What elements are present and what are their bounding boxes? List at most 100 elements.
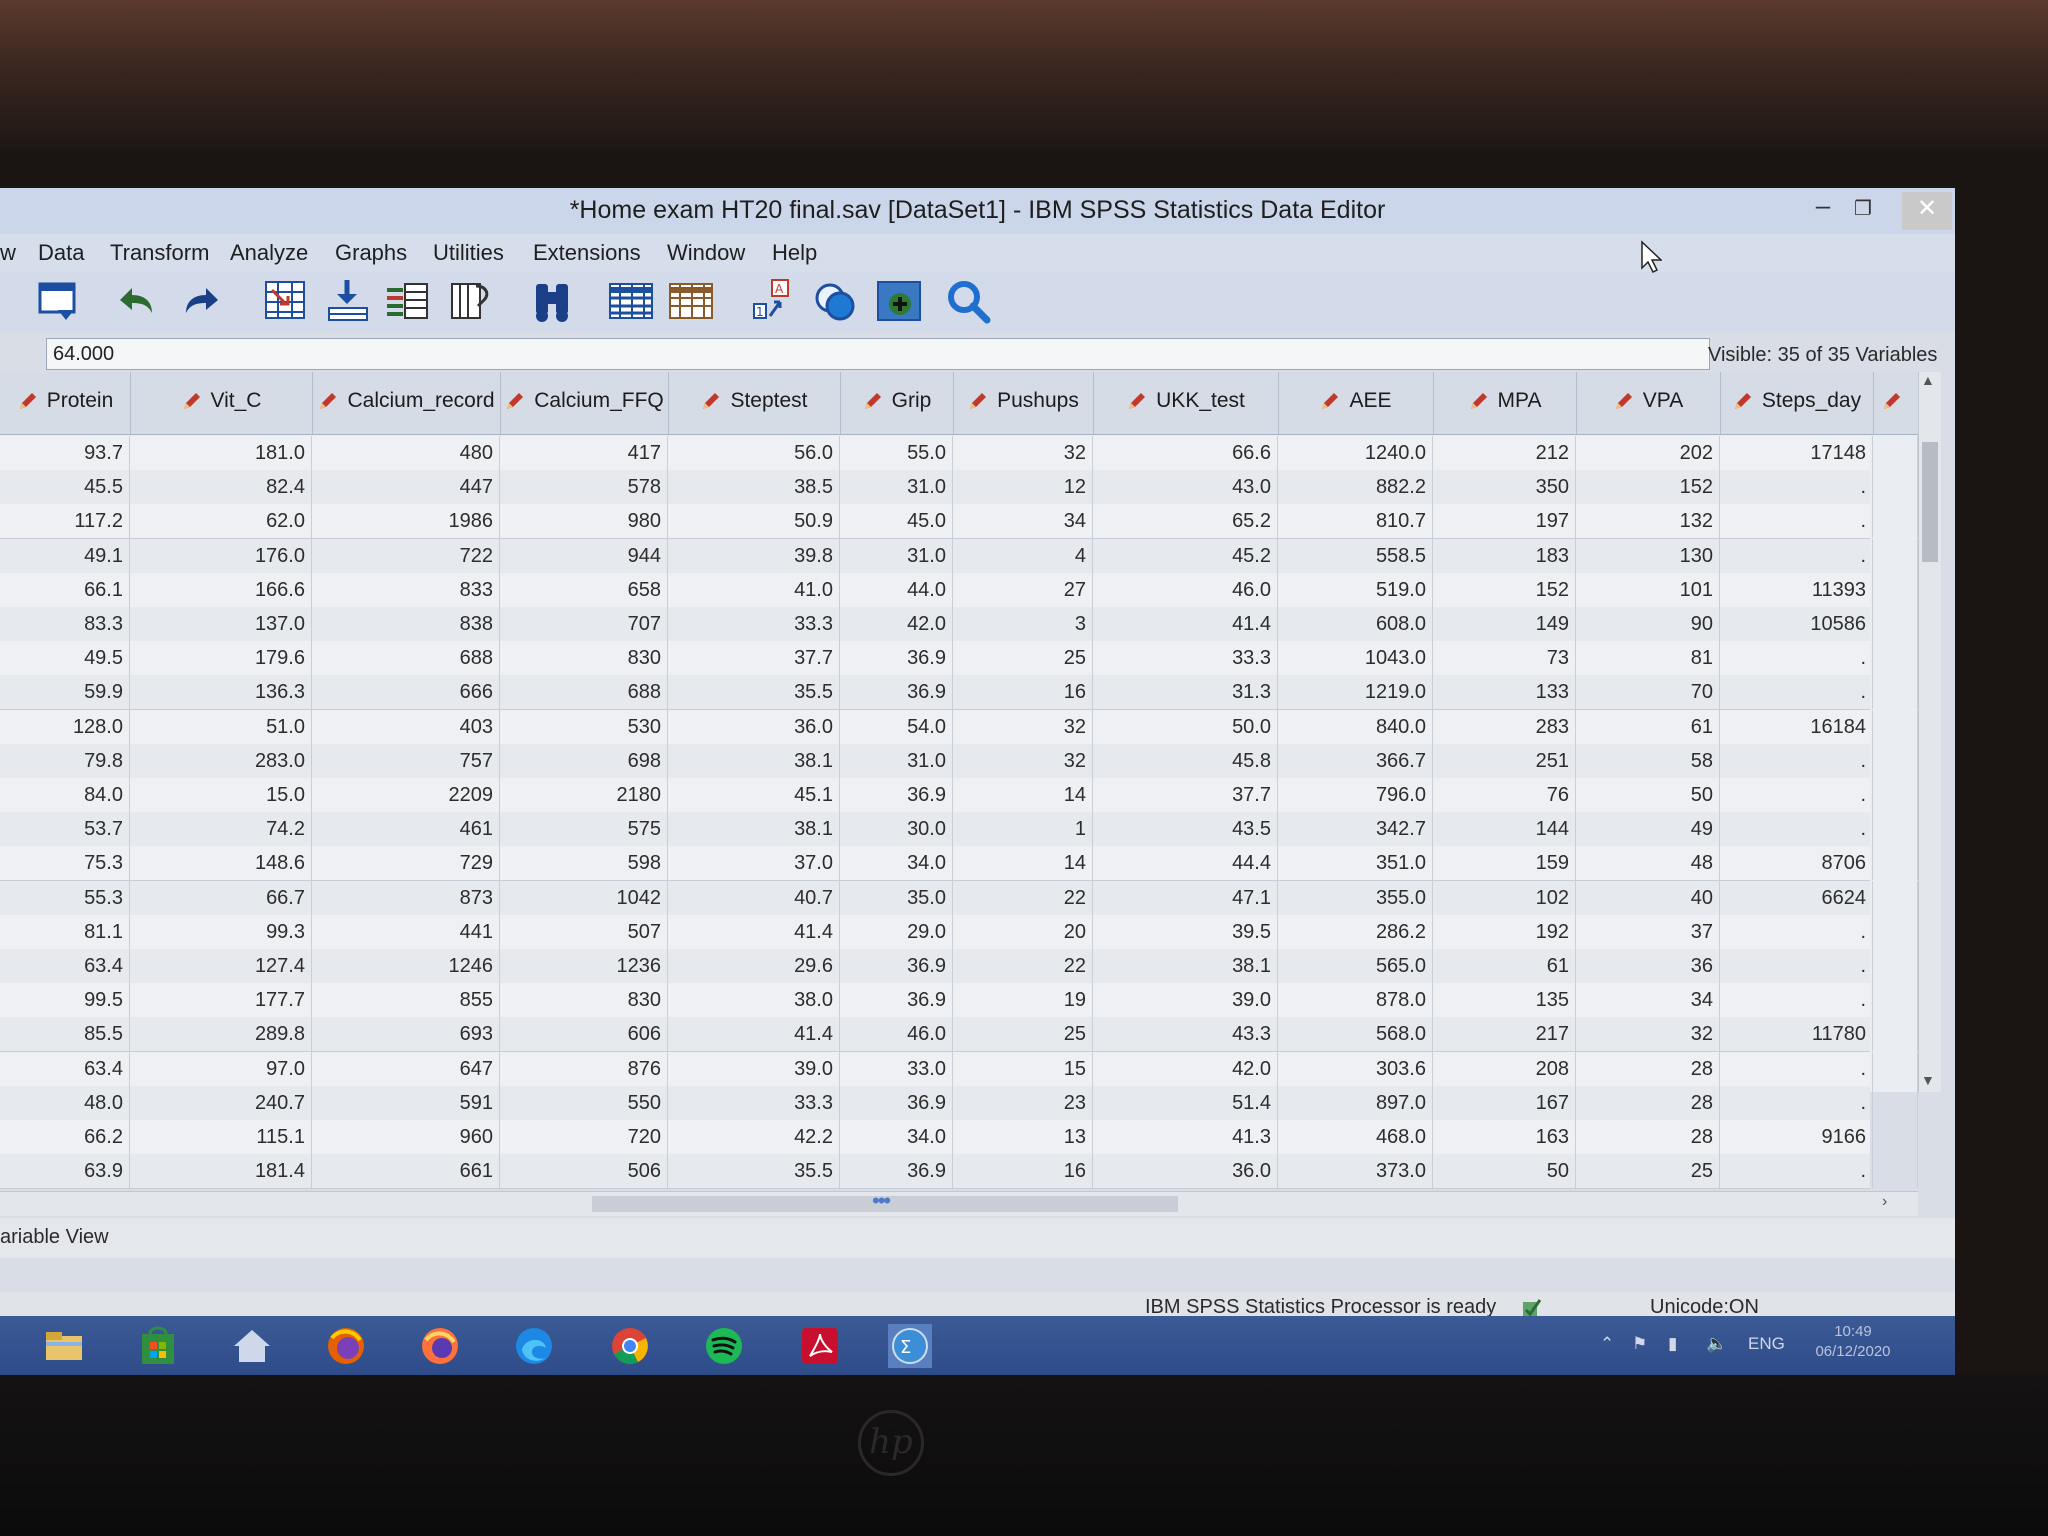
go-to-variable-icon[interactable] (325, 278, 371, 324)
table-cell[interactable]: 45.5 (0, 470, 130, 505)
spotify-icon[interactable] (702, 1324, 746, 1368)
close-button[interactable]: ✕ (1902, 192, 1952, 230)
table-cell[interactable]: 32 (953, 743, 1093, 778)
table-cell[interactable]: 882.2 (1278, 470, 1433, 505)
table-cell[interactable]: 38.0 (668, 983, 840, 1018)
table-cell[interactable]: 251 (1433, 743, 1576, 778)
table-cell[interactable]: . (1720, 812, 1873, 847)
table-cell[interactable]: 55.0 (840, 436, 953, 470)
table-cell[interactable]: 50.9 (668, 504, 840, 539)
table-cell[interactable]: 720 (500, 1120, 668, 1154)
table-cell[interactable]: 29.6 (668, 949, 840, 983)
table-cell[interactable]: 208 (1433, 1051, 1576, 1086)
table-cell[interactable] (1873, 778, 1918, 812)
table-cell[interactable]: 33.3 (1093, 641, 1278, 676)
table-cell[interactable]: 403 (312, 709, 500, 744)
table-cell[interactable]: 35.5 (668, 1154, 840, 1189)
table-cell[interactable]: 2180 (500, 778, 668, 812)
table-cell[interactable]: 1043.0 (1278, 641, 1433, 676)
table-cell[interactable]: 38.1 (668, 812, 840, 847)
menu-view[interactable]: w (0, 240, 16, 266)
column-header[interactable]: Protein (0, 372, 131, 434)
table-cell[interactable]: 366.7 (1278, 743, 1433, 778)
table-cell[interactable]: 342.7 (1278, 812, 1433, 847)
table-cell[interactable]: 598 (500, 846, 668, 881)
table-cell[interactable]: 99.5 (0, 983, 130, 1018)
table-cell[interactable] (1873, 1051, 1918, 1086)
column-header[interactable]: Pushups (953, 372, 1094, 434)
table-cell[interactable] (1873, 949, 1918, 983)
table-cell[interactable]: 50 (1576, 778, 1720, 812)
vertical-scroll-thumb[interactable] (1922, 442, 1938, 562)
scroll-down-icon[interactable]: ▼ (1921, 1072, 1935, 1088)
table-cell[interactable]: 36.0 (668, 709, 840, 744)
table-cell[interactable]: 48.0 (0, 1085, 130, 1120)
table-cell[interactable]: 32 (953, 436, 1093, 470)
find-icon[interactable] (530, 278, 576, 324)
menu-graphs[interactable]: Graphs (335, 240, 407, 266)
table-cell[interactable]: . (1720, 675, 1873, 710)
table-cell[interactable]: 79.8 (0, 743, 130, 778)
table-cell[interactable]: 43.0 (1093, 470, 1278, 505)
table-cell[interactable]: 22 (953, 949, 1093, 983)
table-cell[interactable] (1873, 470, 1918, 505)
table-cell[interactable]: 45.1 (668, 778, 840, 812)
table-cell[interactable]: 36.9 (840, 983, 953, 1018)
table-cell[interactable]: 31.0 (840, 470, 953, 505)
table-cell[interactable]: . (1720, 1085, 1873, 1120)
undo-icon[interactable] (112, 278, 158, 324)
table-cell[interactable]: 40 (1576, 880, 1720, 915)
scroll-right-icon[interactable]: › (1882, 1193, 1887, 1211)
scroll-up-icon[interactable]: ▲ (1921, 372, 1935, 388)
table-cell[interactable]: 36.9 (840, 641, 953, 676)
table-cell[interactable]: 45.2 (1093, 538, 1278, 573)
table-cell[interactable]: 1236 (500, 949, 668, 983)
firefox-icon[interactable] (324, 1324, 368, 1368)
redo-icon[interactable] (180, 278, 226, 324)
table-cell[interactable]: 29.0 (840, 914, 953, 949)
table-cell[interactable]: 42.0 (840, 607, 953, 641)
table-cell[interactable]: 722 (312, 538, 500, 573)
table-cell[interactable]: 688 (312, 641, 500, 676)
table-cell[interactable]: 166.6 (130, 572, 312, 607)
table-cell[interactable]: 355.0 (1278, 880, 1433, 915)
table-cell[interactable]: 729 (312, 846, 500, 881)
table-cell[interactable]: 28 (1576, 1120, 1720, 1154)
table-cell[interactable]: 25 (953, 641, 1093, 676)
table-cell[interactable]: 810.7 (1278, 504, 1433, 539)
table-cell[interactable]: 47.1 (1093, 880, 1278, 915)
table-cell[interactable]: 46.0 (1093, 572, 1278, 607)
table-cell[interactable] (1873, 880, 1918, 915)
table-cell[interactable]: 658 (500, 572, 668, 607)
table-cell[interactable]: 441 (312, 914, 500, 949)
table-cell[interactable]: 42.0 (1093, 1051, 1278, 1086)
table-cell[interactable]: 183 (1433, 538, 1576, 573)
table-cell[interactable]: 163 (1433, 1120, 1576, 1154)
table-cell[interactable]: 1219.0 (1278, 675, 1433, 710)
table-cell[interactable]: 16184 (1720, 709, 1873, 744)
table-cell[interactable]: 25 (953, 1017, 1093, 1052)
action-center-flag-icon[interactable]: ⚑ (1632, 1334, 1647, 1354)
table-cell[interactable]: 51.4 (1093, 1085, 1278, 1120)
table-cell[interactable]: 63.9 (0, 1154, 130, 1189)
table-cell[interactable]: 36.9 (840, 1085, 953, 1120)
table-cell[interactable]: 31.0 (840, 743, 953, 778)
chrome-icon[interactable] (608, 1324, 652, 1368)
firefox-alt-icon[interactable] (418, 1324, 462, 1368)
table-cell[interactable]: 461 (312, 812, 500, 847)
table-cell[interactable]: 6624 (1720, 880, 1873, 915)
table-cell[interactable]: 37.7 (668, 641, 840, 676)
table-cell[interactable]: 447 (312, 470, 500, 505)
column-header[interactable]: Grip (840, 372, 954, 434)
table-cell[interactable]: 36.9 (840, 778, 953, 812)
table-cell[interactable]: 757 (312, 743, 500, 778)
table-cell[interactable]: 46.0 (840, 1017, 953, 1052)
table-cell[interactable]: 2209 (312, 778, 500, 812)
table-cell[interactable]: 9166 (1720, 1120, 1873, 1154)
menu-data[interactable]: Data (38, 240, 84, 266)
table-cell[interactable]: 132 (1576, 504, 1720, 539)
table-cell[interactable]: 36.9 (840, 949, 953, 983)
table-cell[interactable]: 66.2 (0, 1120, 130, 1154)
vertical-scrollbar[interactable]: ▲ ▼ (1918, 372, 1941, 1092)
table-cell[interactable]: 212 (1433, 436, 1576, 470)
